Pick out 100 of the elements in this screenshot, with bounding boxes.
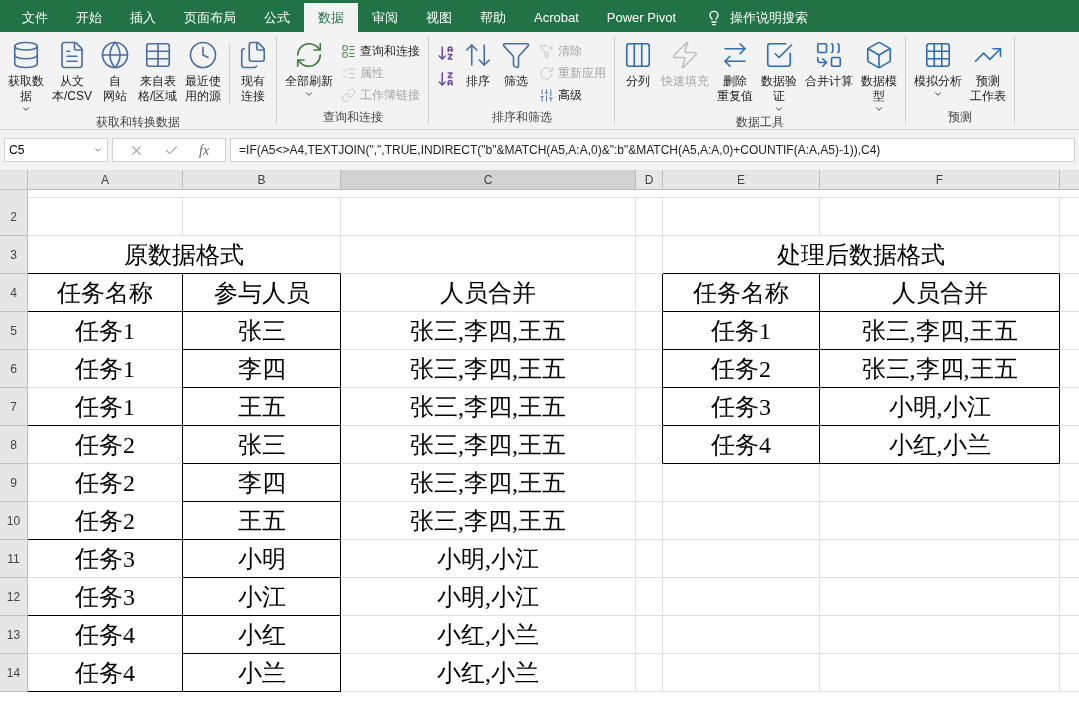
ribbon-button[interactable]: 来自表 格/区域 (134, 36, 182, 104)
ribbon-button[interactable]: 自 网站 (96, 36, 134, 104)
ribbon-button[interactable]: 筛选 (497, 36, 536, 89)
table-cell-text: 小红,小兰 (888, 430, 991, 460)
table-cell-text: 张三,李四,王五 (861, 354, 1018, 384)
ribbon-tab[interactable]: 视图 (412, 3, 466, 32)
row-header[interactable]: 11 (0, 540, 28, 578)
table-cell-text: 任务4 (711, 430, 771, 460)
ribbon-button[interactable]: 模拟分析 (910, 36, 967, 99)
table-cell-text: 任务3 (75, 544, 135, 574)
row-header[interactable]: 10 (0, 502, 28, 540)
ribbon-tab[interactable]: 文件 (8, 3, 62, 32)
table-cell-text: 王五 (237, 392, 286, 422)
table-cell-text: 任务名称 (693, 278, 789, 308)
row-header[interactable]: 9 (0, 464, 28, 502)
ribbon-button[interactable]: 查询和连接 (341, 40, 421, 62)
ribbon-tab[interactable]: Acrobat (520, 3, 593, 32)
ribbon-button[interactable]: 获取数 据 (4, 36, 48, 114)
table-cell-text: 张三,李四,王五 (410, 316, 566, 346)
clock-icon (188, 40, 219, 70)
table-cell-text: 张三,李四,王五 (410, 392, 566, 422)
ribbon-button[interactable]: 数据验 证 (757, 36, 802, 114)
ribbon-button[interactable]: 合并计算 (801, 36, 858, 89)
ribbon-button[interactable]: 分列 (619, 36, 658, 89)
ribbon-button[interactable]: 高级 (539, 84, 607, 106)
table-cell-text: 任务1 (711, 316, 771, 346)
ribbon-tab[interactable]: 插入 (116, 3, 170, 32)
table-cell-text: 张三,李四,王五 (861, 316, 1018, 346)
table-cell-text: 小明,小江 (437, 582, 539, 612)
function-icon[interactable]: fx (199, 139, 210, 161)
row-header[interactable]: 5 (0, 312, 28, 350)
row-header[interactable]: 7 (0, 388, 28, 426)
ribbon-tab[interactable]: Power Pivot (592, 3, 691, 32)
ribbon-button[interactable]: 最近使 用的源 (181, 36, 226, 104)
row-header[interactable]: 2 (0, 198, 28, 236)
sort-ascending-icon (437, 44, 456, 62)
table-cell-text: 任务3 (75, 582, 135, 612)
ribbon-button[interactable]: 预测 工作表 (966, 36, 1011, 104)
caret-icon (21, 104, 31, 114)
ribbon-tab[interactable]: 开始 (62, 3, 116, 32)
ribbon-tab[interactable]: 公式 (250, 3, 304, 32)
row-header[interactable]: 12 (0, 578, 28, 616)
tell-me-search[interactable]: 操作说明搜索 (730, 7, 809, 28)
table-cell-text: 任务4 (75, 620, 135, 650)
table-cell-text: 小江 (237, 582, 286, 612)
list-icon (341, 43, 357, 59)
row-header[interactable]: 8 (0, 426, 28, 464)
column-header[interactable]: F (820, 170, 1060, 189)
formula-field[interactable]: =IF(A5<>A4,TEXTJOIN(",",TRUE,INDIRECT("b"&MATCH(A5,A:A,0)&":b"&MATCH(A5,A:A,0)+COUNTIF(A:A,A5)-1)),C4) (230, 138, 1075, 162)
row-header[interactable]: 4 (0, 274, 28, 312)
table-cell-text: 小明,小江 (888, 392, 991, 422)
table-cell-text: 任务2 (711, 354, 771, 384)
name-box[interactable]: C5 (4, 138, 108, 162)
table-cell-text: 任务名称 (57, 278, 153, 308)
ribbon-tab[interactable]: 审阅 (358, 3, 412, 32)
group-label: 获取和转换数据 (95, 114, 182, 130)
filter-icon (501, 40, 532, 70)
ribbon-tab[interactable]: 帮助 (466, 3, 520, 32)
sort-ascending-button[interactable] (437, 44, 456, 62)
ribbon-button[interactable]: 数据模 型 (857, 36, 902, 114)
table-cell-text: 张三,李四,王五 (410, 430, 566, 460)
row-header[interactable]: 3 (0, 236, 28, 274)
column-header[interactable]: A (28, 170, 183, 189)
sort-descending-icon (437, 70, 456, 88)
row-header[interactable]: 13 (0, 616, 28, 654)
table-cell-text: 张三 (237, 316, 286, 346)
caret-icon (304, 89, 315, 99)
row-header[interactable] (0, 190, 28, 198)
database-icon (11, 40, 41, 70)
row-header[interactable]: 14 (0, 654, 28, 692)
column-header[interactable]: D (636, 170, 663, 189)
ribbon-button[interactable]: 从文 本/CSV (48, 36, 96, 104)
filter-clear-icon (539, 43, 555, 59)
ribbon-button[interactable]: 现有 连接 (234, 36, 273, 104)
column-header[interactable]: C (341, 170, 636, 189)
caret-icon (93, 145, 103, 155)
ribbon-button[interactable]: 删除 重复值 (713, 36, 758, 104)
group-label: 预测 (947, 109, 974, 125)
table-cell-text: 张三,李四,王五 (410, 468, 566, 498)
table-cell-text: 小红,小兰 (437, 620, 539, 650)
group-label: 查询和连接 (321, 109, 384, 125)
ribbon-tab[interactable]: 页面布局 (170, 3, 250, 32)
table-cell-text: 李四 (237, 354, 286, 384)
empty-cell (636, 198, 663, 236)
table-cell-text: 任务2 (75, 430, 135, 460)
table-cell-text: 任务1 (75, 354, 135, 384)
table-cell-text: 任务2 (75, 506, 135, 536)
table-cell-text: 人员合并 (891, 278, 988, 308)
caret-icon (933, 89, 944, 99)
column-header[interactable]: E (663, 170, 820, 189)
checkbox-icon (764, 40, 795, 70)
table-cell-text: 任务2 (75, 468, 135, 498)
rotate-icon (539, 65, 555, 81)
ribbon-tab[interactable]: 数据 (304, 3, 358, 32)
table-cell-text: 人员合并 (440, 278, 536, 308)
table-title: 原数据格式 (124, 241, 244, 270)
row-header[interactable]: 6 (0, 350, 28, 388)
ribbon-button[interactable]: 全部刷新 (281, 36, 338, 99)
ribbon-button[interactable]: 排序 (459, 36, 498, 89)
sort-descending-button[interactable] (437, 70, 456, 88)
